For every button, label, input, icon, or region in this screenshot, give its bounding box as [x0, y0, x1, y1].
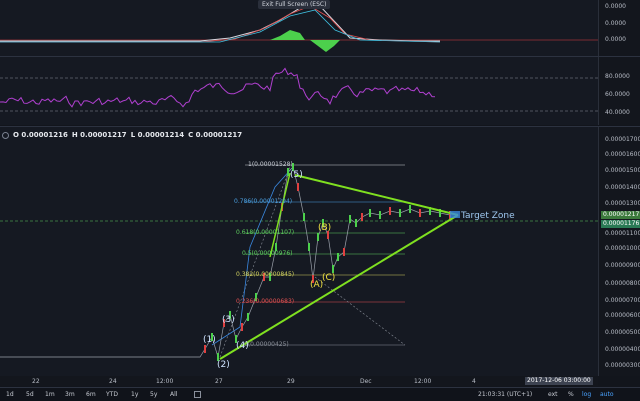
candle: [287, 168, 289, 176]
exit-fullscreen-tooltip[interactable]: Exit Full Screen (ESC): [258, 0, 331, 9]
close-value: C 0.00001217: [188, 131, 243, 139]
candle: [389, 207, 391, 215]
price-chip-current: 0.00001217: [601, 211, 640, 219]
price-tick: 0.00001600: [605, 151, 640, 158]
x-tick: 27: [215, 378, 223, 385]
price-tick: 0.00000800: [605, 280, 640, 287]
fib-label: 0.382(0.00000845): [236, 271, 295, 278]
indicator-pane-top[interactable]: Exit Full Screen (ESC): [0, 0, 598, 56]
price-tick: 0.00000500: [605, 329, 640, 336]
price-axis[interactable]: 0.00001700 0.00001600 0.00001500 0.00001400…: [598, 127, 640, 376]
chart-window: Exit Full Screen (ESC) 0.0000 0.0000 0.0…: [0, 0, 640, 401]
price-svg: [0, 163, 598, 361]
tick: 0.0000: [605, 20, 626, 27]
tick: 60.0000: [605, 91, 630, 98]
wave-label: (2): [217, 360, 230, 370]
ohlc-legend: O 0.00001216 H 0.00001217 L 0.00001214 C…: [2, 131, 242, 139]
fib-label: 0(0.00000425): [244, 341, 289, 348]
wave-label: (4): [236, 341, 249, 351]
price-pane[interactable]: 1(0.00001528) 0.786(0.00001294) 0.618(0.…: [0, 127, 598, 376]
tick: 0.0000: [605, 3, 626, 10]
fib-label: 0.618(0.00001107): [236, 229, 295, 236]
fib-label: 0.5(0.00000976): [242, 250, 293, 257]
wave-label: (B): [318, 223, 332, 233]
range-button[interactable]: 6m: [86, 391, 96, 398]
candle: [343, 248, 345, 256]
price-tick: 0.00000600: [605, 312, 640, 319]
open-value: O 0.00001216: [13, 131, 68, 139]
price-tick: 0.00001000: [605, 245, 640, 252]
tick: 80.0000: [605, 73, 630, 80]
bottom-toolbar: 1d 5d 1m 3m 6m YTD 1y 5y All 21:03:31 (U…: [0, 387, 640, 401]
x-tick: 29: [287, 378, 295, 385]
candle: [241, 323, 243, 331]
candle: [337, 253, 339, 261]
range-button[interactable]: 1y: [131, 391, 138, 398]
goto-date-icon[interactable]: [194, 391, 201, 398]
x-tick: Dec: [360, 378, 372, 385]
wave-label: (C): [322, 273, 336, 283]
candle: [247, 313, 249, 321]
range-button[interactable]: YTD: [106, 391, 118, 398]
candle: [332, 265, 334, 273]
candle: [399, 209, 401, 217]
auto-toggle[interactable]: auto: [600, 391, 614, 398]
rsi-pane[interactable]: [0, 57, 598, 125]
rsi-axis: 80.0000 60.0000 40.0000: [598, 57, 640, 125]
range-button[interactable]: 5d: [26, 391, 34, 398]
price-tick: 0.00001300: [605, 200, 640, 207]
ext-toggle[interactable]: ext: [548, 391, 558, 398]
candle: [409, 205, 411, 213]
range-button[interactable]: 5y: [150, 391, 157, 398]
price-tick: 0.00000700: [605, 297, 640, 304]
candle: [204, 345, 206, 353]
log-toggle[interactable]: log: [582, 391, 591, 398]
range-button[interactable]: 1m: [45, 391, 55, 398]
price-tick: 0.00001400: [605, 184, 640, 191]
candle: [355, 219, 357, 227]
range-button[interactable]: All: [170, 391, 177, 398]
wave-label: (5): [290, 170, 303, 180]
range-button[interactable]: 3m: [65, 391, 75, 398]
candle: [308, 243, 310, 251]
price-tick: 0.00000300: [605, 362, 640, 369]
price-tick: 0.00000400: [605, 346, 640, 353]
crosshair-date-chip: 2017-12-06 03:00:00: [525, 377, 593, 385]
candle: [349, 215, 351, 223]
wave-label: (1): [203, 335, 216, 345]
x-tick: 22: [32, 378, 40, 385]
x-tick: 24: [109, 378, 117, 385]
price-tick: 0.00001100: [605, 230, 640, 237]
tick: 0.0000: [605, 36, 626, 43]
candle: [379, 211, 381, 219]
price-tick: 0.00001500: [605, 167, 640, 174]
percent-toggle[interactable]: %: [568, 391, 574, 398]
target-zone-label: Target Zone: [461, 211, 515, 221]
fib-label: 0.786(0.00001294): [234, 198, 293, 205]
settings-circle-icon[interactable]: [2, 131, 9, 139]
time-axis[interactable]: 22 24 12:00 27 29 Dec 12:00 4: [0, 376, 598, 386]
price-chip-secondary: 0.00001176: [601, 220, 640, 228]
price-tick: 0.00000900: [605, 262, 640, 269]
fib-label: 1(0.00001528): [248, 161, 293, 168]
low-value: L 0.00001214: [130, 131, 185, 139]
candle: [419, 209, 421, 217]
fib-label: 0.236(0.00000683): [236, 298, 295, 305]
x-tick: 12:00: [156, 378, 174, 385]
indicator-top-axis: 0.0000 0.0000 0.0000: [598, 0, 640, 56]
rsi-svg: [0, 67, 598, 112]
high-value: H 0.00001217: [71, 131, 127, 139]
x-tick: 12:00: [414, 378, 432, 385]
candle: [303, 213, 305, 221]
tick: 40.0000: [605, 109, 630, 116]
candle: [297, 183, 299, 191]
price-tick: 0.00001700: [605, 136, 640, 143]
clock-text: 21:03:31 (UTC+1): [478, 391, 533, 398]
x-tick: 4: [472, 378, 476, 385]
candle: [317, 233, 319, 241]
range-button[interactable]: 1d: [6, 391, 14, 398]
candle: [369, 209, 371, 217]
wave-label: (3): [222, 315, 235, 325]
candle: [361, 213, 363, 221]
